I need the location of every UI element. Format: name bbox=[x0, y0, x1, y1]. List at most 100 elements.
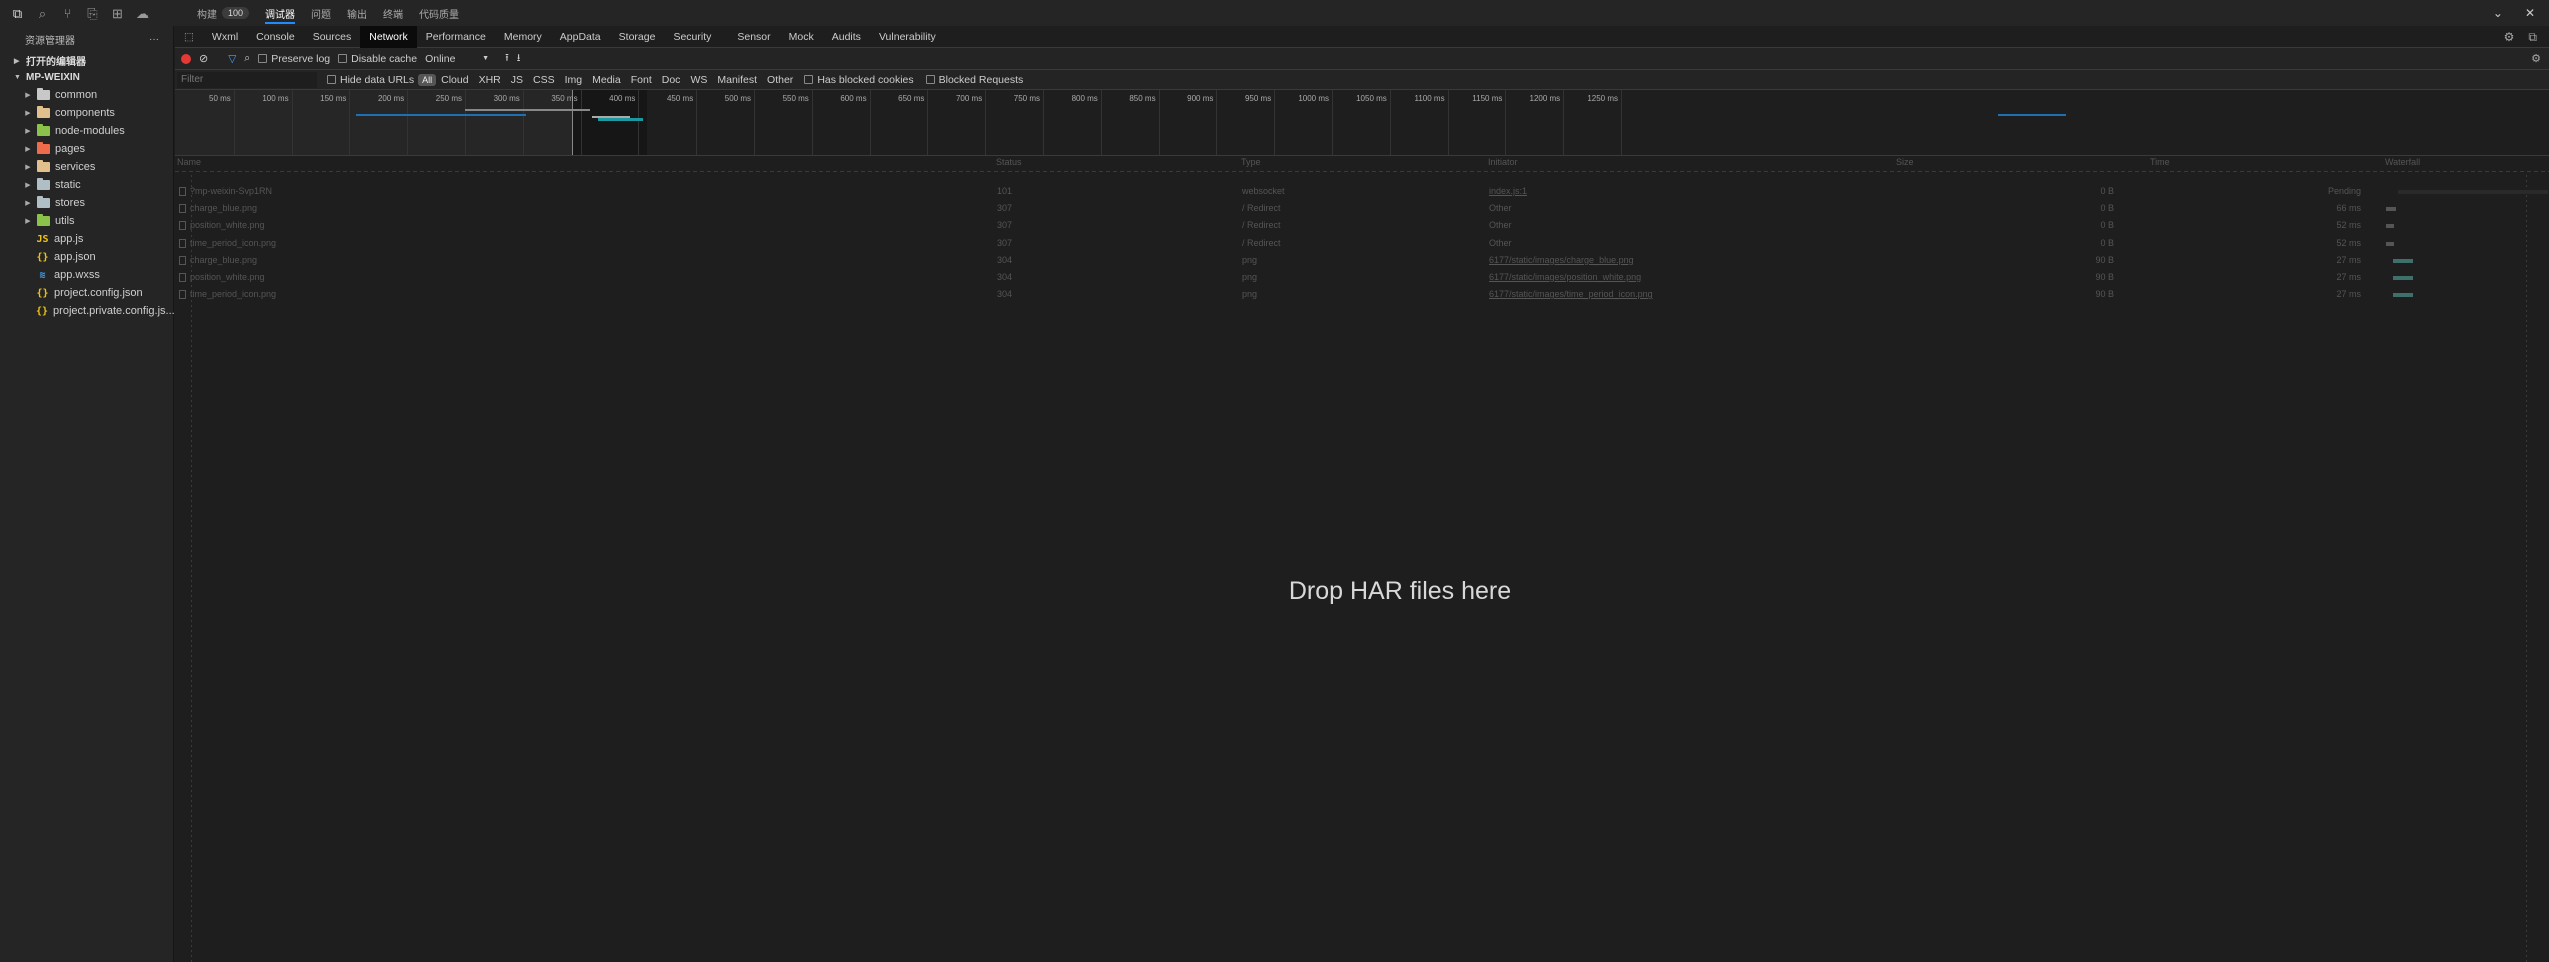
disable-cache-checkbox[interactable]: Disable cache bbox=[338, 53, 417, 65]
filter-type-media[interactable]: Media bbox=[587, 74, 626, 86]
tab-network[interactable]: Network bbox=[360, 25, 417, 48]
tab-problems[interactable]: 问题 bbox=[303, 0, 339, 26]
filter-input[interactable] bbox=[177, 71, 317, 88]
open-editors-section[interactable]: ▶ 打开的编辑器 bbox=[0, 52, 173, 69]
cell-type: / Redirect bbox=[1242, 220, 1281, 231]
table-row[interactable]: charge_blue.png 304 png 6177/static/images/… bbox=[175, 252, 2549, 269]
folder-item[interactable]: ▶ stores bbox=[0, 194, 173, 212]
tab-mock[interactable]: Mock bbox=[780, 26, 823, 48]
folder-item[interactable]: ▶ services bbox=[0, 158, 173, 176]
column-waterfall[interactable]: Waterfall bbox=[2385, 157, 2420, 169]
table-row[interactable]: position_white.png 304 png 6177/static/imag… bbox=[175, 269, 2549, 286]
folder-icon bbox=[37, 160, 50, 172]
filter-type-cloud[interactable]: Cloud bbox=[436, 74, 473, 86]
more-icon[interactable]: ··· bbox=[149, 34, 159, 45]
gear-icon[interactable]: ⚙ bbox=[2504, 30, 2515, 45]
tab-console[interactable]: Console bbox=[247, 26, 304, 48]
file-item[interactable]: JS app.js bbox=[0, 230, 173, 248]
file-item[interactable]: {} app.json bbox=[0, 248, 173, 266]
files-icon[interactable]: ⧉ bbox=[10, 6, 25, 21]
inspect-icon[interactable]: ⬚ bbox=[175, 26, 203, 48]
filter-type-js[interactable]: JS bbox=[506, 74, 528, 86]
table-row[interactable]: position_white.png 307 / Redirect Other 0 B 5… bbox=[175, 217, 2549, 234]
folder-item[interactable]: ▶ pages bbox=[0, 140, 173, 158]
search-icon[interactable]: ⌕ bbox=[244, 52, 250, 65]
throttle-select[interactable]: Online ▼ bbox=[425, 53, 489, 65]
column-name[interactable]: Name bbox=[177, 157, 201, 169]
download-icon[interactable]: ⭳ bbox=[517, 50, 521, 68]
cloud-icon[interactable]: ☁ bbox=[135, 6, 150, 21]
tab-sources[interactable]: Sources bbox=[304, 26, 361, 48]
file-item[interactable]: {} project.config.json bbox=[0, 284, 173, 302]
file-type-icon: {} bbox=[36, 305, 49, 317]
folder-item[interactable]: ▶ utils bbox=[0, 212, 173, 230]
cell-initiator[interactable]: 6177/static/images/position_white.png bbox=[1489, 272, 1641, 282]
column-type[interactable]: Type bbox=[1241, 157, 1261, 169]
git-icon[interactable]: ⑂ bbox=[60, 6, 75, 21]
close-icon[interactable]: ✕ bbox=[2525, 6, 2535, 20]
overview-tick-label: 1200 ms bbox=[1529, 94, 1561, 103]
filter-type-css[interactable]: CSS bbox=[528, 74, 560, 86]
filter-type-xhr[interactable]: XHR bbox=[474, 74, 506, 86]
filter-type-doc[interactable]: Doc bbox=[657, 74, 686, 86]
folder-icon bbox=[37, 196, 50, 208]
tab-build[interactable]: 构建 100 bbox=[189, 0, 257, 26]
column-initiator[interactable]: Initiator bbox=[1488, 157, 1518, 169]
settings-gear-icon[interactable]: ⚙ bbox=[2531, 52, 2541, 65]
tab-memory[interactable]: Memory bbox=[495, 26, 551, 48]
file-type-icon: ≋ bbox=[39, 269, 46, 281]
tab-security[interactable]: Security bbox=[664, 26, 720, 48]
file-icon bbox=[179, 187, 186, 196]
dock-icon[interactable]: ⧉ bbox=[2528, 30, 2537, 45]
timeline-overview[interactable]: 50 ms 100 ms 150 ms 200 ms 250 ms 300 ms 350 m… bbox=[175, 90, 2549, 156]
filter-type-img[interactable]: Img bbox=[560, 74, 588, 86]
folder-item[interactable]: ▶ node-modules bbox=[0, 122, 173, 140]
table-row[interactable]: charge_blue.png 307 / Redirect Other 0 B 66 m… bbox=[175, 200, 2549, 217]
tab-sensor[interactable]: Sensor bbox=[728, 26, 779, 48]
column-status[interactable]: Status bbox=[996, 157, 1022, 169]
blocked-cookies-checkbox[interactable]: Has blocked cookies bbox=[804, 74, 914, 86]
column-size[interactable]: Size bbox=[1896, 157, 1914, 169]
tab-terminal[interactable]: 终端 bbox=[375, 0, 411, 26]
cell-initiator[interactable]: index.js:1 bbox=[1489, 186, 1527, 196]
table-row[interactable]: time_period_icon.png 307 / Redirect Other 0 … bbox=[175, 235, 2549, 252]
cell-initiator[interactable]: 6177/static/images/charge_blue.png bbox=[1489, 255, 1634, 265]
filter-type-ws[interactable]: WS bbox=[685, 74, 712, 86]
tab-wxml[interactable]: Wxml bbox=[203, 26, 247, 48]
tab-output[interactable]: 输出 bbox=[339, 0, 375, 26]
hide-data-urls-checkbox[interactable]: Hide data URLs bbox=[327, 74, 414, 86]
blocked-requests-checkbox[interactable]: Blocked Requests bbox=[925, 74, 1023, 86]
cell-status: 307 bbox=[997, 203, 1013, 214]
tab-performance[interactable]: Performance bbox=[417, 26, 495, 48]
preserve-log-checkbox[interactable]: Preserve log bbox=[258, 53, 330, 65]
search-icon[interactable]: ⌕ bbox=[35, 6, 50, 21]
folder-item[interactable]: ▶ static bbox=[0, 176, 173, 194]
table-row[interactable]: time_period_icon.png 304 png 6177/static/im… bbox=[175, 286, 2549, 303]
filter-type-other[interactable]: Other bbox=[762, 74, 798, 86]
project-section[interactable]: ▼ MP-WEIXIN bbox=[0, 69, 173, 86]
record-icon[interactable] bbox=[181, 53, 191, 64]
tab-code-quality[interactable]: 代码质量 bbox=[411, 0, 467, 26]
filter-type-all[interactable]: All bbox=[418, 73, 437, 86]
tab-storage[interactable]: Storage bbox=[610, 26, 665, 48]
filter-icon[interactable]: ▽ bbox=[228, 53, 236, 65]
column-time[interactable]: Time bbox=[2150, 157, 2170, 169]
tab-vulnerability[interactable]: Vulnerability bbox=[870, 26, 945, 48]
tab-debugger[interactable]: 调试器 bbox=[257, 0, 303, 26]
debug-icon[interactable]: ⎘ bbox=[85, 6, 100, 21]
tab-audits[interactable]: Audits bbox=[823, 26, 870, 48]
folder-item[interactable]: ▶ common bbox=[0, 86, 173, 104]
file-item[interactable]: ≋ app.wxss bbox=[0, 266, 173, 284]
file-item[interactable]: {} project.private.config.js... bbox=[0, 302, 175, 320]
filter-type-font[interactable]: Font bbox=[626, 74, 657, 86]
table-row[interactable]: ?mp-weixin-Svp1RN 101 websocket index.js:1 0… bbox=[175, 183, 2549, 200]
overview-bar bbox=[598, 118, 643, 121]
folder-item[interactable]: ▶ components bbox=[0, 104, 173, 122]
clear-icon[interactable]: ⊘ bbox=[199, 52, 208, 65]
filter-type-manifest[interactable]: Manifest bbox=[712, 74, 762, 86]
extensions-icon[interactable]: ⊞ bbox=[110, 6, 125, 21]
cell-initiator[interactable]: 6177/static/images/time_period_icon.png bbox=[1489, 289, 1653, 299]
chevron-down-icon[interactable]: ⌄ bbox=[2493, 6, 2503, 20]
upload-icon[interactable]: ⭱ bbox=[505, 50, 509, 68]
tab-appdata[interactable]: AppData bbox=[551, 26, 610, 48]
